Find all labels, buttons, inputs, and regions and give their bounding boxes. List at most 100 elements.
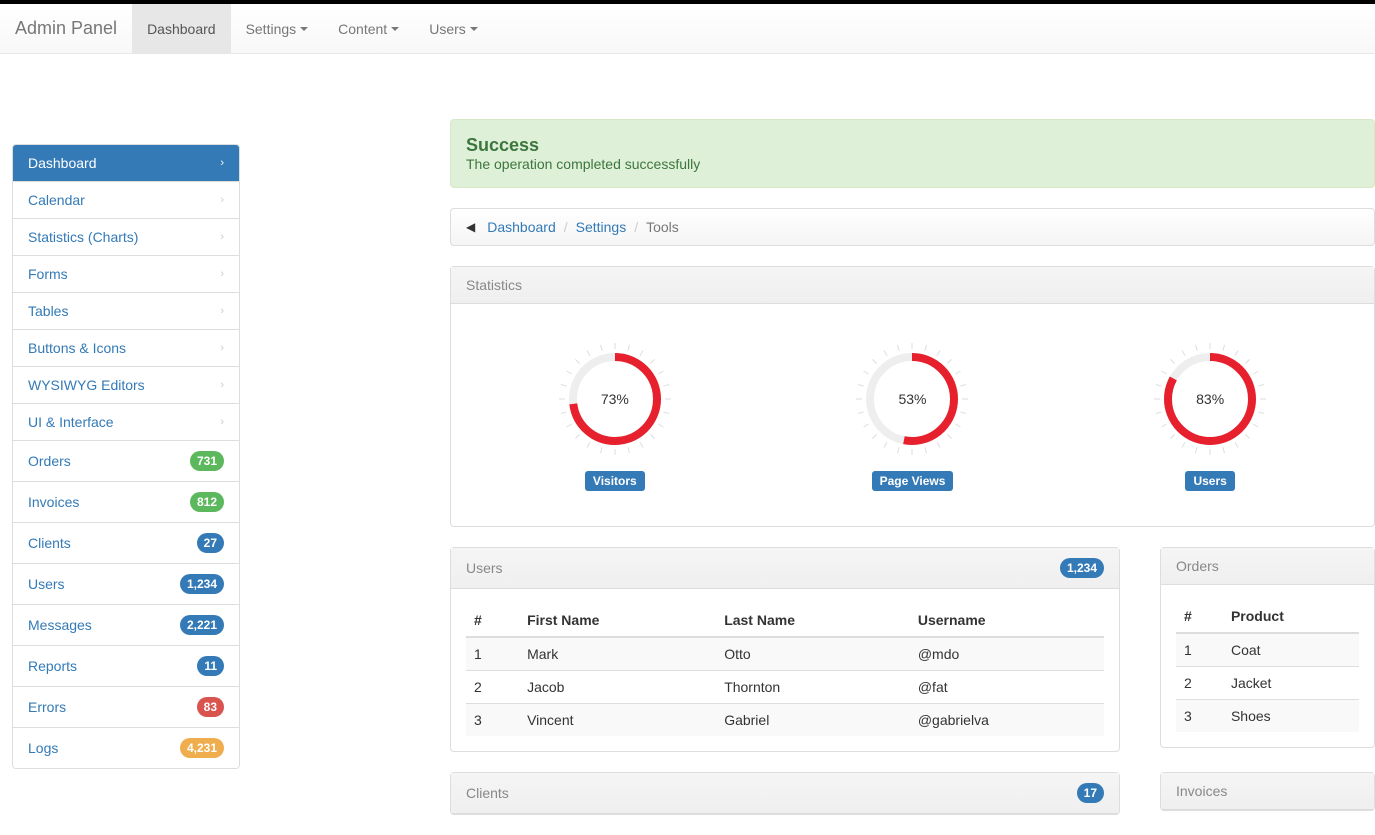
clients-panel: Clients 17	[450, 772, 1120, 815]
donut-chart: 83%	[1150, 339, 1270, 459]
invoices-heading: Invoices	[1161, 773, 1374, 810]
caret-down-icon	[300, 27, 308, 31]
sidebar-item-messages[interactable]: Messages 2,221	[13, 605, 239, 646]
table-cell: Mark	[519, 637, 716, 671]
sidebar-item-label: Users	[28, 576, 65, 592]
breadcrumb-settings[interactable]: Settings	[576, 219, 627, 235]
stat-page-views: 53%Page Views	[852, 339, 972, 491]
sidebar-item-buttons-icons[interactable]: Buttons & Icons›	[13, 330, 239, 367]
sidebar-badge: 2,221	[180, 615, 224, 635]
caret-down-icon	[391, 27, 399, 31]
sidebar-item-label: UI & Interface	[28, 414, 114, 430]
table-cell: @mdo	[910, 637, 1104, 671]
sidebar-item-label: Messages	[28, 617, 92, 633]
table-header: #	[466, 604, 519, 637]
table-cell: 2	[1176, 667, 1223, 700]
sidebar-item-statistics-charts-[interactable]: Statistics (Charts) ›	[13, 219, 239, 256]
table-row[interactable]: 1MarkOtto@mdo	[466, 637, 1104, 671]
caret-down-icon	[470, 27, 478, 31]
donut-pct: 73%	[601, 391, 629, 407]
table-row[interactable]: 3Shoes	[1176, 700, 1359, 733]
breadcrumb-sep: /	[634, 219, 638, 235]
stat-visitors: 73%Visitors	[555, 339, 675, 491]
table-row[interactable]: 2JacobThornton@fat	[466, 671, 1104, 704]
table-cell: 1	[466, 637, 519, 671]
brand[interactable]: Admin Panel	[15, 18, 132, 39]
table-row[interactable]: 3VincentGabriel@gabrielva	[466, 704, 1104, 737]
table-cell: 2	[466, 671, 519, 704]
sidebar-item-invoices[interactable]: Invoices812	[13, 482, 239, 523]
users-table: #First NameLast NameUsername1MarkOtto@md…	[466, 604, 1104, 736]
sidebar-badge: 27	[197, 533, 224, 553]
chevron-right-icon: ›	[220, 194, 224, 206]
sidebar-item-tables[interactable]: Tables›	[13, 293, 239, 330]
table-header: Product	[1223, 600, 1359, 633]
donut-pct: 83%	[1196, 391, 1224, 407]
chevron-right-icon: ›	[220, 379, 224, 391]
nav-dashboard[interactable]: Dashboard	[132, 4, 231, 54]
table-cell: Thornton	[716, 671, 910, 704]
sidebar-item-ui-interface[interactable]: UI & Interface›	[13, 404, 239, 441]
orders-panel: Orders #Product1Coat2Jacket3Shoes	[1160, 547, 1375, 748]
clients-title: Clients	[466, 785, 509, 801]
sidebar-item-forms[interactable]: Forms›	[13, 256, 239, 293]
breadcrumb-dashboard[interactable]: Dashboard	[487, 219, 556, 235]
sidebar-item-label: WYSIWYG Editors	[28, 377, 145, 393]
users-heading: Users 1,234	[451, 548, 1119, 589]
statistics-panel: Statistics 73%Visitors 53%Page Views 83% Us…	[450, 266, 1375, 527]
sidebar-item-calendar[interactable]: Calendar›	[13, 182, 239, 219]
breadcrumb-sep: /	[564, 219, 568, 235]
clients-heading: Clients 17	[451, 773, 1119, 814]
chevron-left-icon[interactable]: ◀	[466, 220, 475, 234]
alert-success: Success The operation completed successf…	[450, 119, 1375, 188]
sidebar-item-users[interactable]: Users 1,234	[13, 564, 239, 605]
stat-label: Users	[1185, 471, 1234, 491]
sidebar-item-dashboard[interactable]: Dashboard›	[13, 145, 239, 182]
sidebar-item-label: Invoices	[28, 494, 79, 510]
table-header: Last Name	[716, 604, 910, 637]
navbar: Admin Panel DashboardSettings Content Us…	[0, 4, 1375, 54]
users-title: Users	[466, 560, 503, 576]
statistics-heading: Statistics	[451, 267, 1374, 304]
table-cell: Otto	[716, 637, 910, 671]
table-cell: @fat	[910, 671, 1104, 704]
donut-chart: 53%	[852, 339, 972, 459]
sidebar-item-wysiwyg-editors[interactable]: WYSIWYG Editors ›	[13, 367, 239, 404]
table-cell: 3	[466, 704, 519, 737]
table-cell: @gabrielva	[910, 704, 1104, 737]
table-header: Username	[910, 604, 1104, 637]
sidebar-badge: 731	[190, 451, 224, 471]
table-header: First Name	[519, 604, 716, 637]
sidebar-item-logs[interactable]: Logs 4,231	[13, 728, 239, 768]
sidebar-item-label: Clients	[28, 535, 71, 551]
stat-users: 83% Users	[1150, 339, 1270, 491]
sidebar-badge: 4,231	[180, 738, 224, 758]
sidebar-item-label: Logs	[28, 740, 58, 756]
sidebar-item-errors[interactable]: Errors 83	[13, 687, 239, 728]
nav-content[interactable]: Content	[323, 4, 414, 54]
sidebar-item-clients[interactable]: Clients 27	[13, 523, 239, 564]
nav-items: DashboardSettings Content Users	[132, 4, 493, 54]
sidebar-item-label: Statistics (Charts)	[28, 229, 138, 245]
sidebar-item-label: Buttons & Icons	[28, 340, 126, 356]
sidebar-item-reports[interactable]: Reports11	[13, 646, 239, 687]
table-row[interactable]: 1Coat	[1176, 633, 1359, 667]
sidebar-item-label: Forms	[28, 266, 68, 282]
sidebar-badge: 1,234	[180, 574, 224, 594]
orders-title: Orders	[1176, 558, 1219, 574]
nav-settings[interactable]: Settings	[231, 4, 324, 54]
chevron-right-icon: ›	[220, 231, 224, 243]
clients-badge: 17	[1077, 783, 1104, 803]
sidebar-item-label: Errors	[28, 699, 66, 715]
statistics-title: Statistics	[466, 277, 522, 293]
users-panel: Users 1,234 #First NameLast NameUsername…	[450, 547, 1120, 752]
table-cell: Jacket	[1223, 667, 1359, 700]
nav-users[interactable]: Users	[414, 4, 493, 54]
table-cell: Coat	[1223, 633, 1359, 667]
sidebar-badge: 11	[197, 656, 224, 676]
users-badge: 1,234	[1060, 558, 1104, 578]
table-row[interactable]: 2Jacket	[1176, 667, 1359, 700]
table-cell: Jacob	[519, 671, 716, 704]
sidebar-item-orders[interactable]: Orders731	[13, 441, 239, 482]
sidebar-badge: 83	[197, 697, 224, 717]
